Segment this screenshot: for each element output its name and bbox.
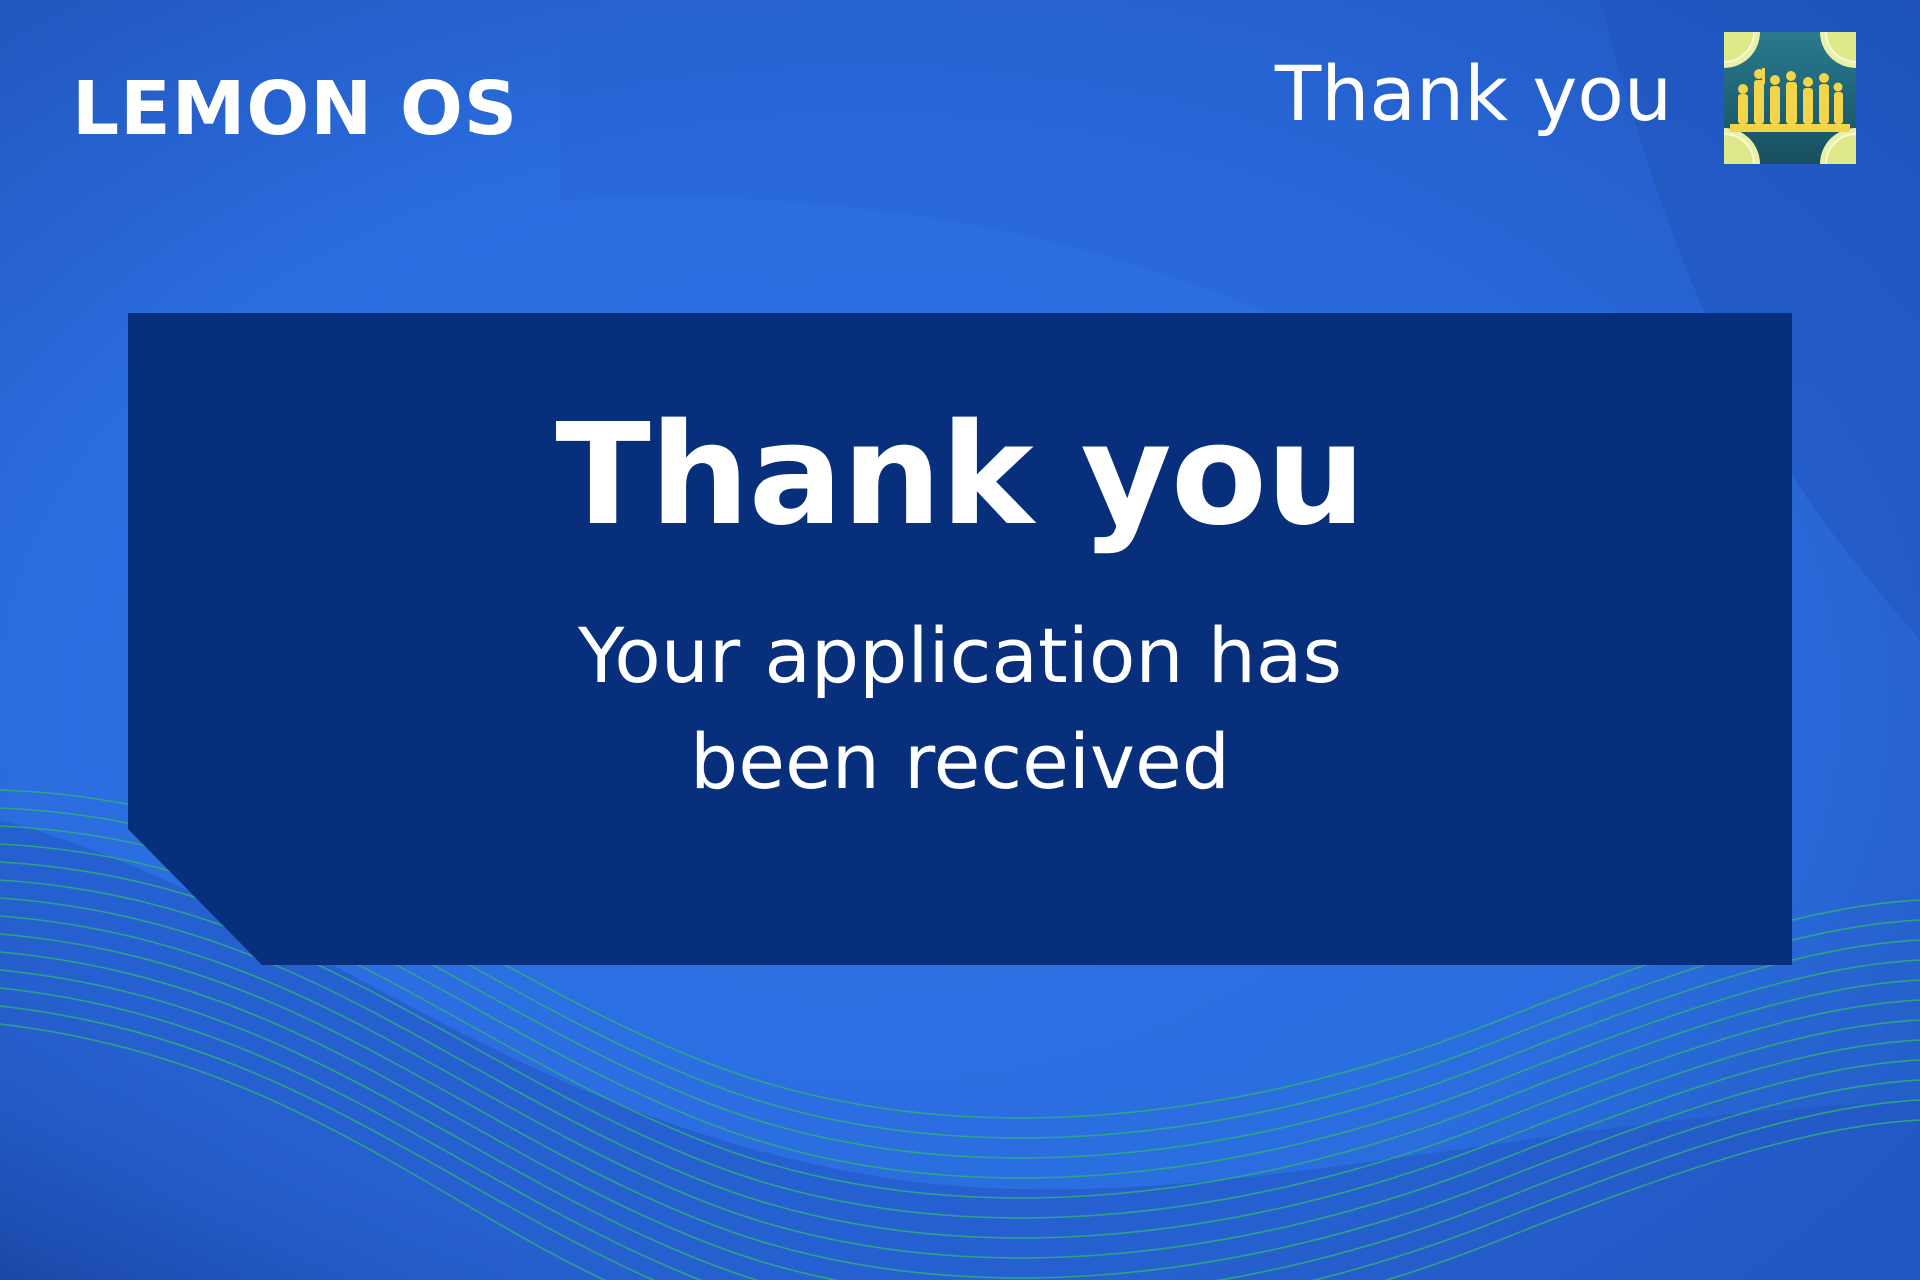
confirmation-message: Your application has been received (128, 603, 1792, 816)
confirmation-title: Thank you (555, 394, 1365, 557)
lemon-soldiers-badge-icon (1724, 32, 1856, 164)
header-title: Thank you (1274, 49, 1672, 138)
confirmation-panel: Thank you Your application has been rece… (128, 313, 1792, 965)
confirmation-message-line1: Your application has (577, 611, 1343, 700)
brand-logo: LEMON OS (72, 66, 519, 152)
confirmation-message-line2: been received (689, 717, 1231, 807)
